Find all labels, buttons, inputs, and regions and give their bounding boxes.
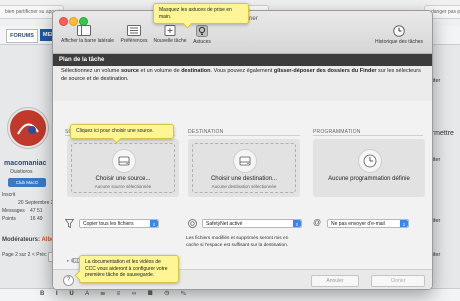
clone-button[interactable]: Cloner bbox=[371, 275, 425, 287]
pagination-text: Page 2 sur 2 bbox=[2, 252, 31, 258]
new-task-icon bbox=[164, 25, 176, 36]
safetynet-icon bbox=[188, 219, 197, 228]
points-value: 16 49 bbox=[30, 216, 43, 222]
toolbar-prefs-button[interactable]: Préférences bbox=[117, 25, 151, 51]
lightbulb-icon bbox=[196, 25, 208, 37]
destination-selector[interactable]: Choisir une destination... Aucune destin… bbox=[188, 139, 300, 197]
toolbar-sidebar-button[interactable]: Afficher la barre latérale bbox=[61, 25, 114, 51]
club-badge: Club MacG bbox=[8, 178, 46, 187]
destination-drive-icon bbox=[233, 149, 257, 173]
forums-tab[interactable]: FORUMS bbox=[6, 29, 38, 43]
filter-icon bbox=[65, 219, 74, 228]
avatar-image bbox=[12, 112, 44, 144]
points-label: Points bbox=[2, 216, 16, 222]
schedule-selector[interactable]: Aucune programmation définie bbox=[313, 139, 425, 197]
toolbar-history-label: Historique des tâches bbox=[374, 39, 424, 45]
prev-page-link[interactable]: < Préc bbox=[32, 252, 47, 258]
coach-mark-source[interactable]: Cliquez ici pour choisir une source. bbox=[70, 124, 174, 143]
coach-mark-docs[interactable]: La documentation et les vidéos de CCC vo… bbox=[74, 255, 179, 283]
desc-part-2: et un volume de bbox=[138, 68, 182, 74]
coach-tips-text: Masquez les astuces de prise en main. bbox=[159, 7, 232, 20]
disclosure-triangle-icon: ▸ bbox=[67, 258, 70, 263]
forum-username[interactable]: macomaniac bbox=[4, 160, 46, 167]
destination-none-label: Aucune destination sélectionnée bbox=[211, 184, 277, 189]
toolbar-tips-button[interactable]: Astuces bbox=[189, 25, 215, 51]
toolbar-new-task-label: Nouvelle tâche bbox=[153, 38, 187, 44]
email-select[interactable]: Ne pas envoyer d'e-mail ⇕ bbox=[327, 219, 409, 228]
cancel-button[interactable]: Annuler bbox=[311, 275, 359, 287]
toolbar-sidebar-label: Afficher la barre latérale bbox=[61, 38, 114, 44]
safetynet-select[interactable]: SafetyNet activé ⇕ bbox=[202, 219, 302, 228]
email-row: @ Ne pas envoyer d'e-mail ⇕ bbox=[313, 218, 432, 230]
inscrit-label: Inscrit bbox=[2, 192, 16, 198]
desc-source: source bbox=[120, 68, 139, 74]
desc-destination: destination bbox=[181, 68, 211, 74]
source-none-label: Aucune source sélectionnée bbox=[94, 184, 152, 189]
messages-value: 47 51 bbox=[30, 208, 43, 214]
desc-part-3: . Vous pouvez également bbox=[210, 68, 274, 74]
preferences-icon bbox=[127, 25, 141, 36]
schedule-none-label: Aucune programmation définie bbox=[328, 176, 410, 182]
toolbar-new-task-button[interactable]: Nouvelle tâche bbox=[151, 25, 189, 51]
select-arrows-icon: ⇕ bbox=[150, 220, 158, 227]
safetynet-value: SafetyNet activé bbox=[206, 221, 243, 227]
coach-mark-tips[interactable]: Masquez les astuces de prise en main. bbox=[153, 3, 249, 29]
safetynet-note: Les fichiers modifiés et supprimés seron… bbox=[186, 236, 289, 248]
schedule-divider bbox=[313, 135, 423, 136]
source-choose-label: Choisir une source... bbox=[95, 176, 151, 182]
desc-drag-drop: glisser-déposer des dossiers du Finder bbox=[273, 68, 377, 74]
moderators-text: Modérateurs: bbox=[2, 237, 41, 243]
source-filter-row: Copier tous les fichiers ⇕ bbox=[65, 219, 185, 230]
select-arrows-icon: ⇕ bbox=[293, 220, 301, 227]
section-header: Plan de la tâche bbox=[53, 54, 432, 66]
safetynet-row: SafetyNet activé ⇕ bbox=[188, 219, 308, 230]
at-sign-icon: @ bbox=[313, 218, 322, 227]
help-button[interactable]: ? bbox=[63, 275, 74, 286]
task-description: Sélectionnez un volume source et un volu… bbox=[61, 68, 421, 83]
coach-docs-text: La documentation et les vidéos de CCC vo… bbox=[85, 259, 168, 278]
toolbar-prefs-label: Préférences bbox=[120, 38, 148, 44]
desc-part-1: Sélectionnez un volume bbox=[61, 68, 121, 74]
destination-divider bbox=[188, 135, 300, 136]
coach-source-text: Cliquez ici pour choisir une source. bbox=[76, 128, 154, 134]
clock-icon bbox=[393, 25, 405, 37]
schedule-clock-icon bbox=[358, 149, 382, 173]
ccc-window: Carbon Copy Cloner Afficher la barre lat… bbox=[52, 10, 433, 290]
destination-choose-label: Choisir une destination... bbox=[210, 176, 278, 182]
messages-label: Messages bbox=[2, 208, 25, 214]
toolbar-tips-label: Astuces bbox=[193, 39, 211, 45]
avatar[interactable] bbox=[8, 108, 48, 148]
source-selector[interactable]: Choisir une source... Aucune source séle… bbox=[67, 139, 179, 197]
select-arrows-icon: ⇕ bbox=[400, 220, 408, 227]
toolbar-history-button[interactable]: Historique des tâches bbox=[371, 25, 427, 51]
editor-format-icons[interactable]: 𝐁 𝐈 𝐔 A ☰ ≡ ∞ ▦ ◷ ✎ bbox=[40, 291, 191, 298]
forum-rank: Ouistioros bbox=[10, 169, 33, 175]
source-filter-select[interactable]: Copier tous les fichiers ⇕ bbox=[79, 219, 159, 228]
source-drive-icon bbox=[112, 149, 136, 173]
source-filter-value: Copier tous les fichiers bbox=[83, 221, 134, 227]
email-value: Ne pas envoyer d'e-mail bbox=[331, 221, 385, 227]
sidebar-icon bbox=[77, 25, 91, 36]
